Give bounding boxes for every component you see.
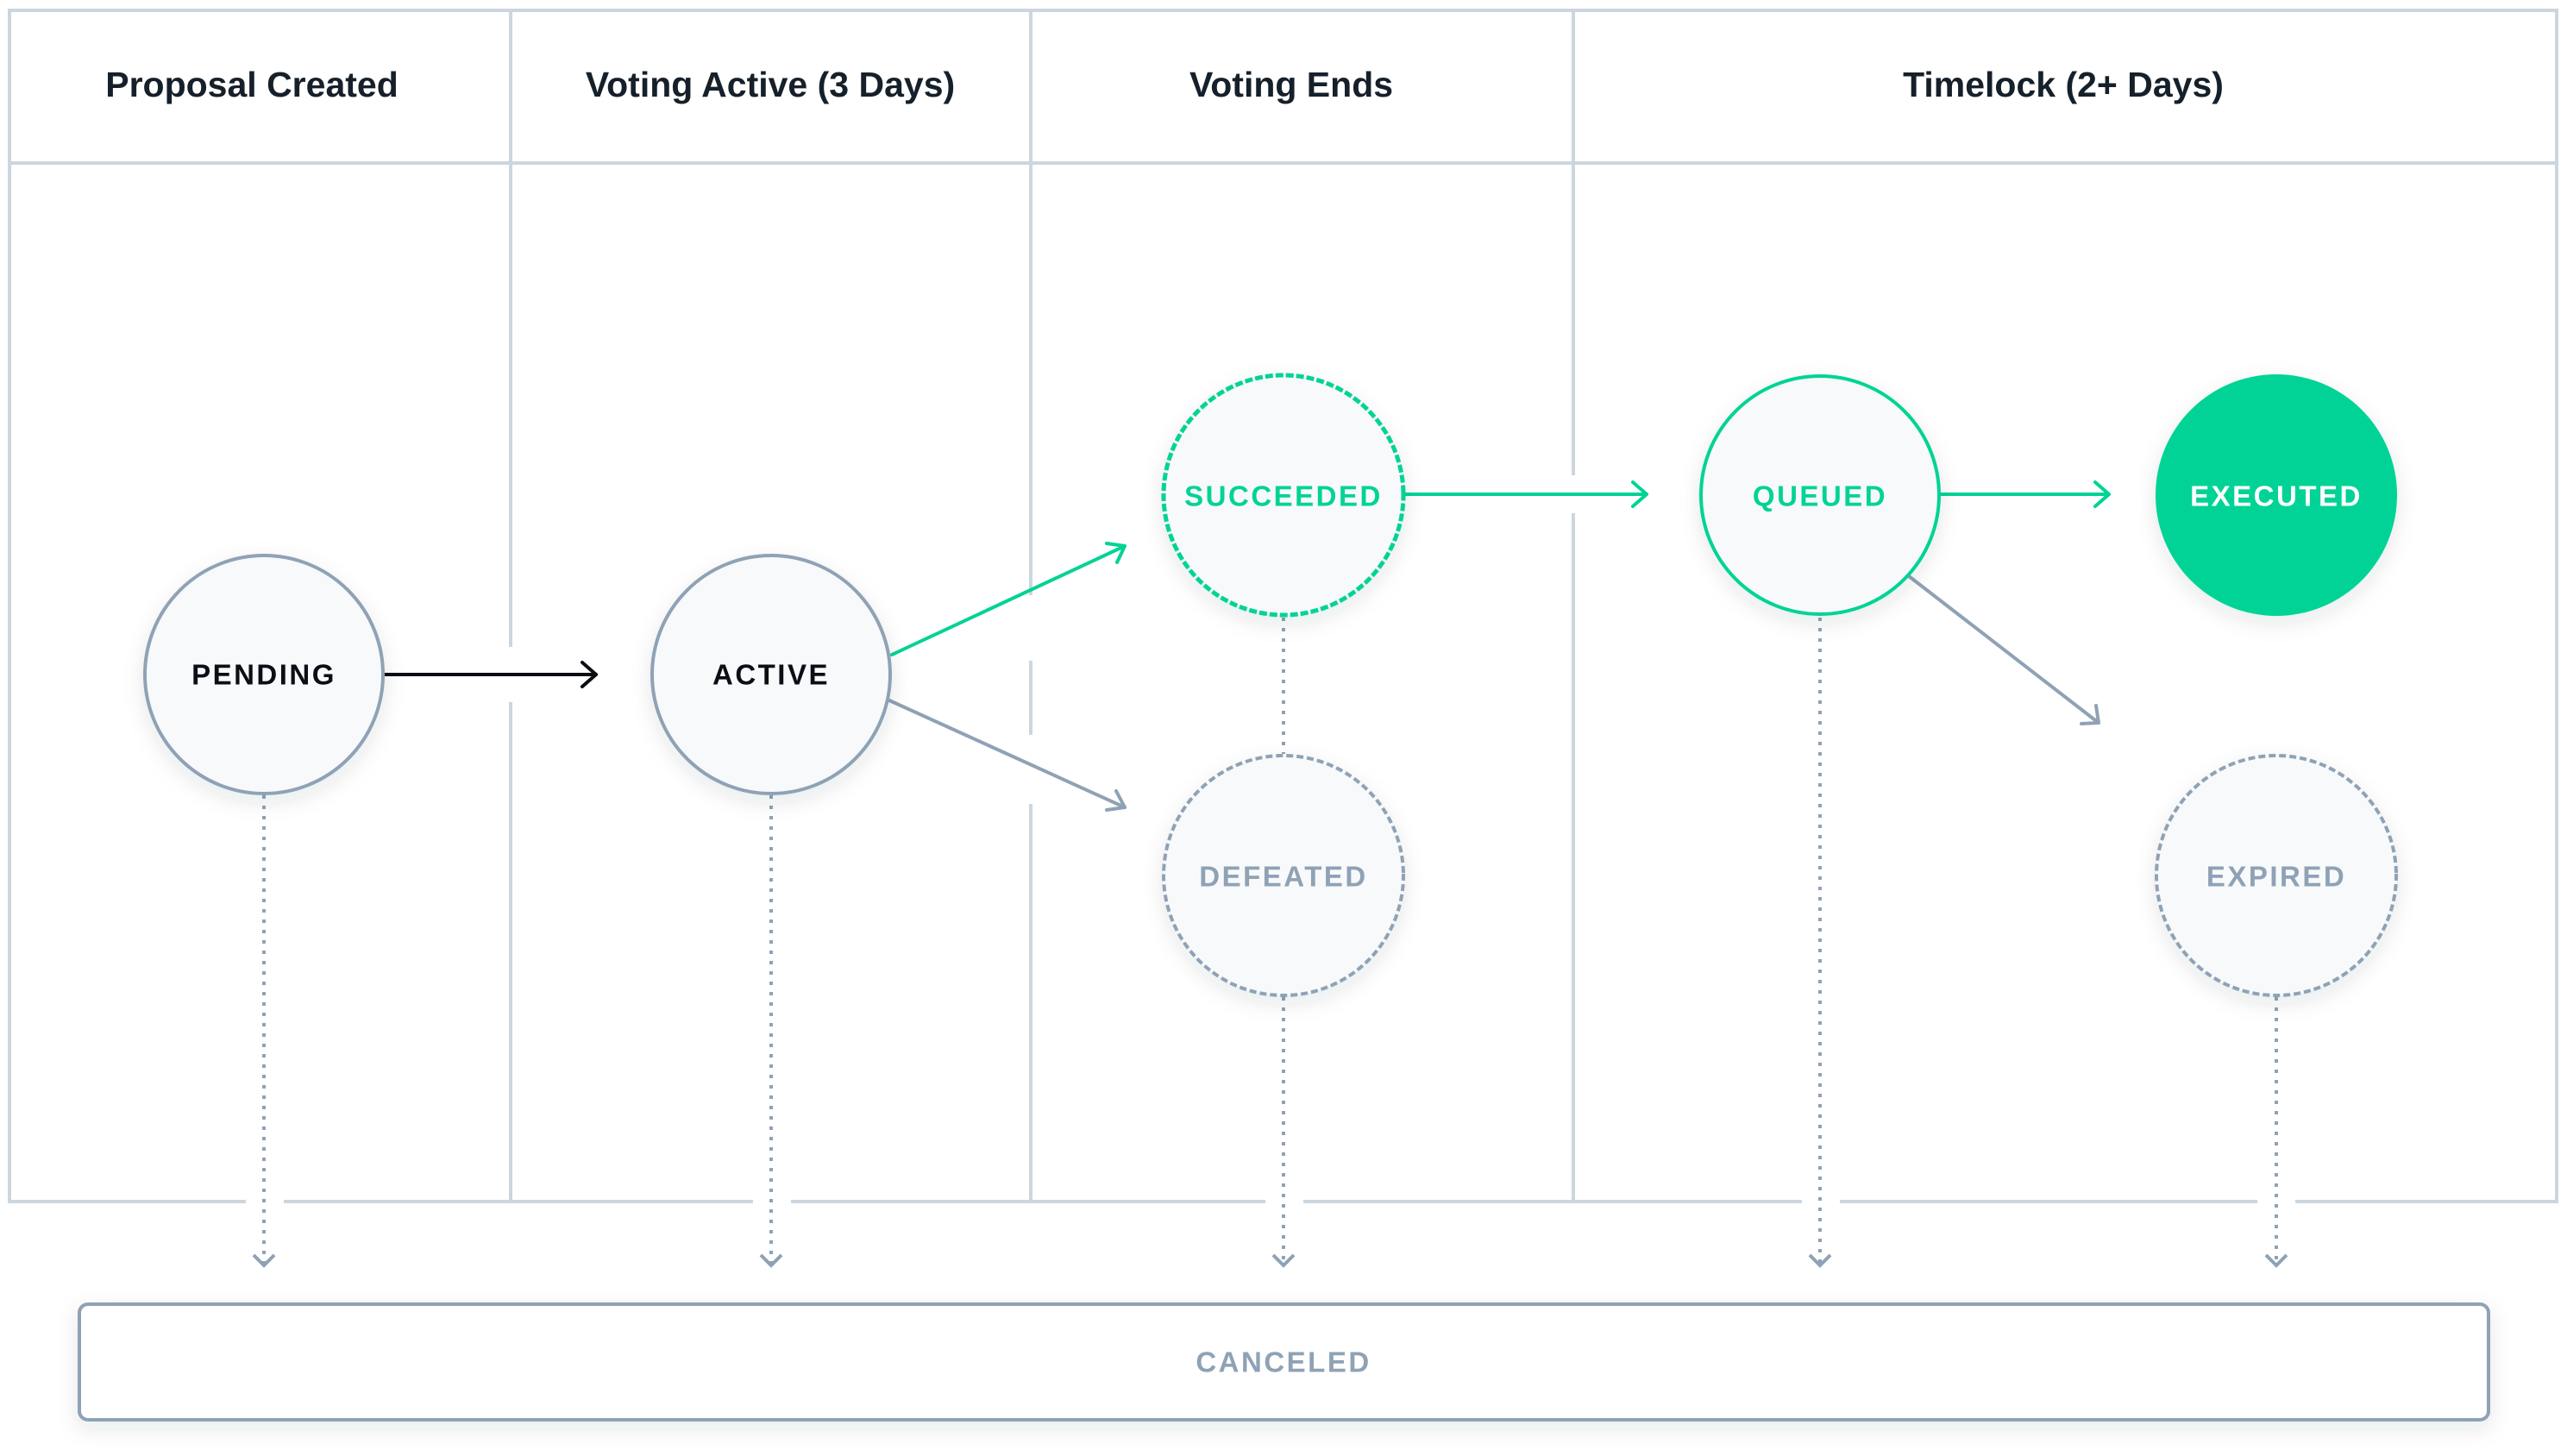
phase-title-voting: Voting Active (3 Days) [586, 65, 955, 104]
arrow-succeeded-to-queued [1402, 480, 1648, 508]
cancel-connector-expired [2264, 997, 2288, 1268]
cancel-connector-queued [1808, 618, 1832, 1268]
state-node-pending[interactable]: PENDING [143, 554, 385, 795]
state-node-defeated[interactable]: DEFEATED [1162, 754, 1405, 997]
phase-title-created: Proposal Created [105, 65, 399, 104]
state-node-succeeded[interactable]: SUCCEEDED [1161, 373, 1406, 618]
canceled-label: CANCELED [1196, 1346, 1371, 1378]
state-label: EXPIRED [2206, 861, 2346, 893]
state-node-active[interactable]: ACTIVE [650, 554, 892, 795]
phase-title-ends: Voting Ends [1189, 65, 1393, 104]
arrow-queued-to-executed [1938, 480, 2111, 508]
state-node-canceled[interactable]: CANCELED [78, 1302, 2490, 1421]
chevron-down-icon [252, 1253, 276, 1268]
state-label: ACTIVE [712, 659, 830, 691]
state-label: DEFEATED [1199, 861, 1367, 893]
cancel-connector-defeated [1271, 997, 1296, 1268]
state-node-executed[interactable]: EXECUTED [2156, 374, 2397, 616]
state-nodes: PENDING ACTIVE SUCCEEDED DEFEATED QUEUED… [143, 373, 2398, 997]
state-label: PENDING [191, 659, 336, 691]
arrow-queued-to-expired [1907, 574, 2100, 725]
phase-title-timelock: Timelock (2+ Days) [1903, 65, 2224, 104]
state-label: SUCCEEDED [1184, 480, 1383, 512]
state-node-queued[interactable]: QUEUED [1699, 374, 1941, 616]
state-label: QUEUED [1753, 480, 1887, 512]
chevron-down-icon [759, 1253, 783, 1268]
state-label: EXECUTED [2190, 480, 2363, 512]
state-node-expired[interactable]: EXPIRED [2155, 754, 2398, 997]
phase-titles: Proposal Created Voting Active (3 Days) … [105, 65, 2224, 104]
arrow-active-to-succeeded [890, 542, 1127, 656]
proposal-lifecycle-diagram: Proposal Created Voting Active (3 Days) … [8, 9, 2558, 1421]
arrow-active-to-defeated [888, 699, 1127, 812]
arrow-pending-to-active [383, 661, 598, 688]
